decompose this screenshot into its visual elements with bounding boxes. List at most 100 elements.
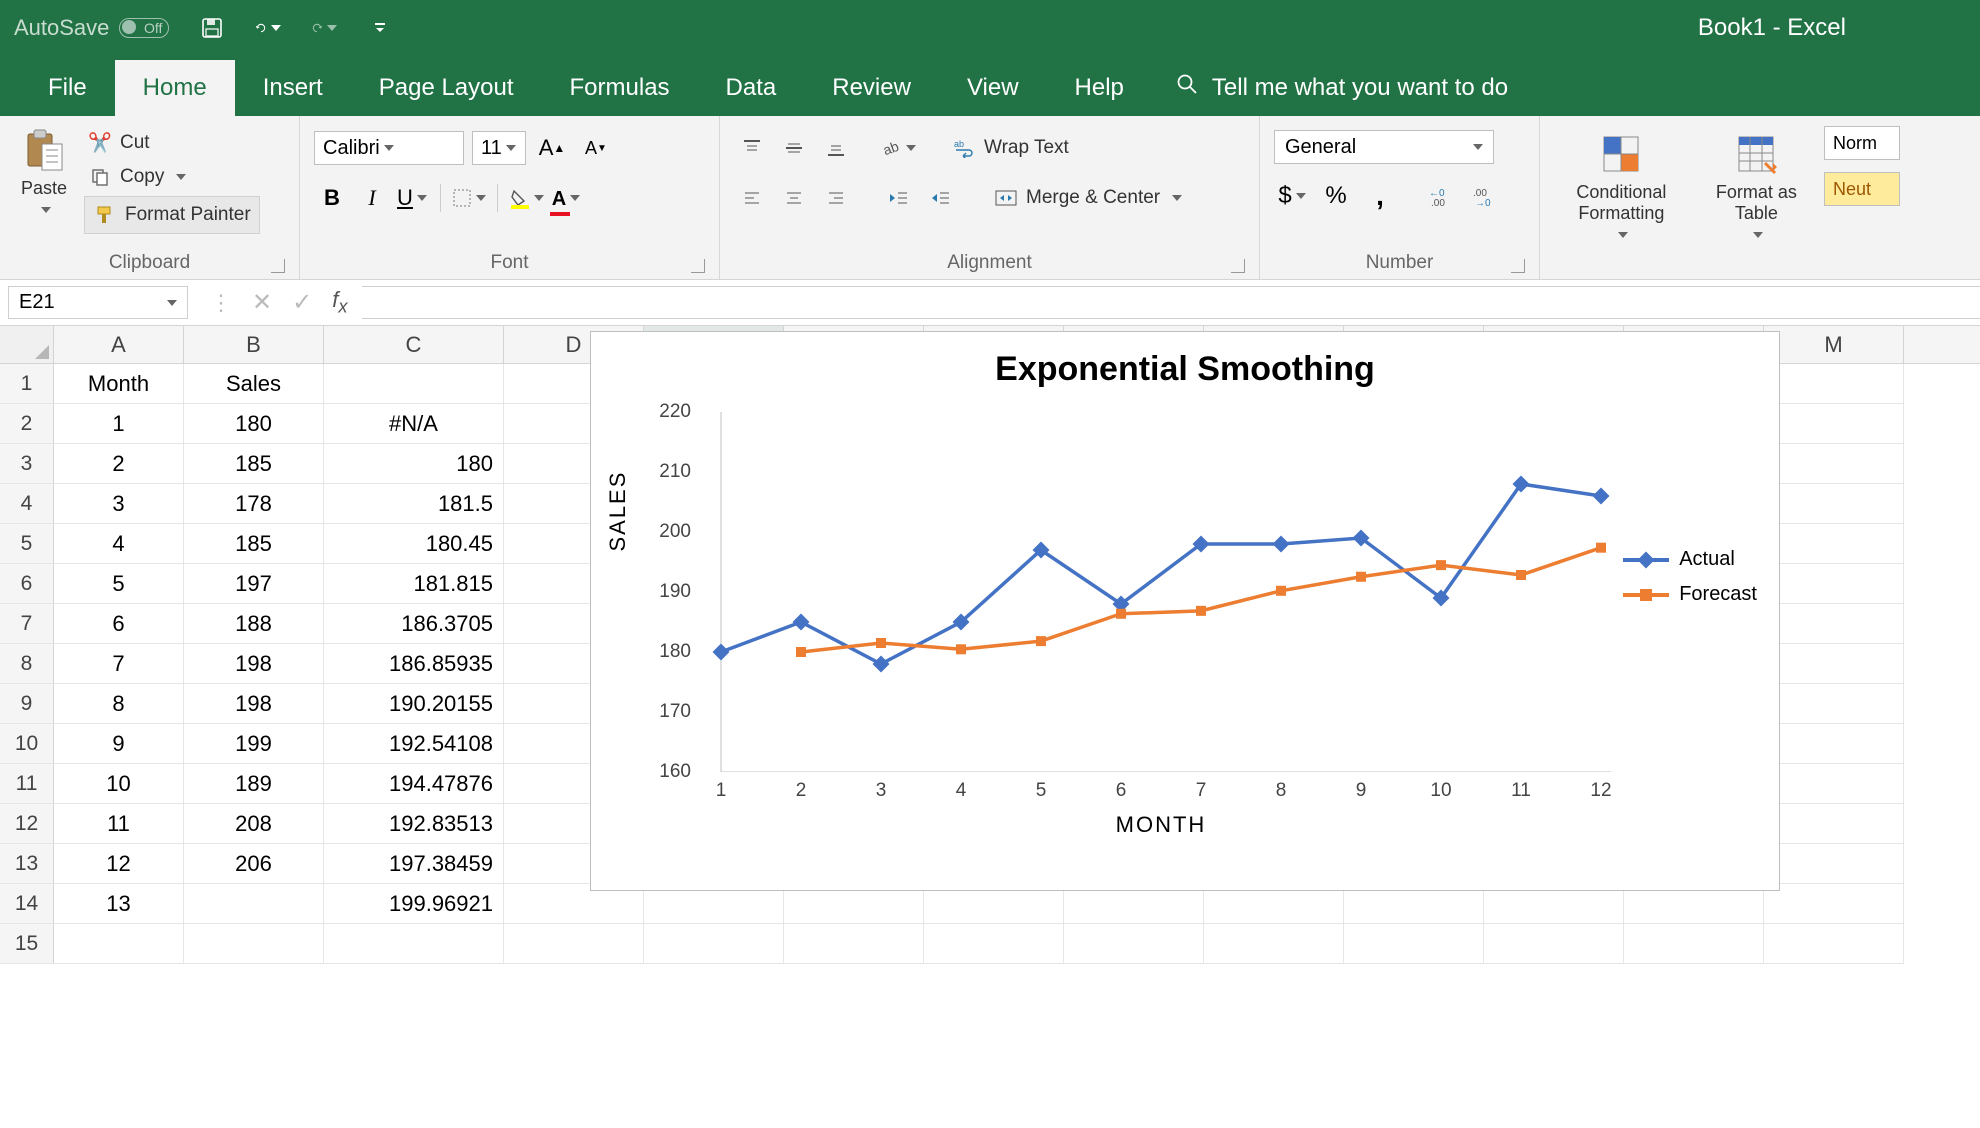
cell-M8[interactable] (1764, 644, 1904, 684)
bold-button[interactable]: B (314, 180, 350, 216)
format-painter-button[interactable]: Format Painter (84, 196, 260, 234)
cell-A1[interactable]: Month (54, 364, 184, 404)
row-header[interactable]: 9 (0, 684, 54, 724)
tab-review[interactable]: Review (804, 60, 939, 116)
cell-C1[interactable] (324, 364, 504, 404)
column-header-M[interactable]: M (1764, 326, 1904, 363)
cell-B6[interactable]: 197 (184, 564, 324, 604)
tab-view[interactable]: View (939, 60, 1047, 116)
cell-C11[interactable]: 194.47876 (324, 764, 504, 804)
cell-G15[interactable] (924, 924, 1064, 964)
row-header[interactable]: 10 (0, 724, 54, 764)
accounting-format-button[interactable]: $ (1274, 178, 1310, 214)
cell-C13[interactable]: 197.38459 (324, 844, 504, 884)
cell-B13[interactable]: 206 (184, 844, 324, 884)
row-header[interactable]: 2 (0, 404, 54, 444)
cell-B15[interactable] (184, 924, 324, 964)
cell-B14[interactable] (184, 884, 324, 924)
cell-C12[interactable]: 192.83513 (324, 804, 504, 844)
cell-B8[interactable]: 198 (184, 644, 324, 684)
cell-M4[interactable] (1764, 484, 1904, 524)
cell-C7[interactable]: 186.3705 (324, 604, 504, 644)
cell-C14[interactable]: 199.96921 (324, 884, 504, 924)
copy-button[interactable]: Copy (84, 162, 260, 192)
decrease-indent-icon[interactable] (880, 180, 916, 216)
tab-file[interactable]: File (20, 60, 115, 116)
cell-M9[interactable] (1764, 684, 1904, 724)
row-header[interactable]: 4 (0, 484, 54, 524)
cell-A10[interactable]: 9 (54, 724, 184, 764)
tab-formulas[interactable]: Formulas (542, 60, 698, 116)
cell-style-normal[interactable]: Norm (1824, 126, 1900, 160)
enter-formula-icon[interactable]: ✓ (292, 288, 312, 317)
cell-C2[interactable]: #N/A (324, 404, 504, 444)
align-middle-icon[interactable] (776, 130, 812, 166)
format-as-table-button[interactable]: Format as Table (1707, 126, 1806, 248)
cell-A12[interactable]: 11 (54, 804, 184, 844)
cell-C15[interactable] (324, 924, 504, 964)
alignment-dialog-launcher[interactable] (1231, 259, 1245, 273)
tab-home[interactable]: Home (115, 60, 235, 116)
cell-C5[interactable]: 180.45 (324, 524, 504, 564)
row-header[interactable]: 12 (0, 804, 54, 844)
cell-M2[interactable] (1764, 404, 1904, 444)
embedded-chart[interactable]: Exponential Smoothing SALES 160170180190… (590, 331, 1780, 891)
font-dialog-launcher[interactable] (691, 259, 705, 273)
cell-style-neutral[interactable]: Neut (1824, 172, 1900, 206)
tab-insert[interactable]: Insert (235, 60, 351, 116)
cell-A4[interactable]: 3 (54, 484, 184, 524)
autosave-pill[interactable]: Off (119, 18, 169, 38)
cancel-formula-icon[interactable]: ✕ (252, 288, 272, 317)
worksheet-grid[interactable]: ABCDEFGHIJKLM 1MonthSales21180#N/A321851… (0, 326, 1980, 964)
cell-A2[interactable]: 1 (54, 404, 184, 444)
font-name-combo[interactable]: Calibri (314, 131, 464, 165)
cell-A15[interactable] (54, 924, 184, 964)
cell-K15[interactable] (1484, 924, 1624, 964)
cell-M15[interactable] (1764, 924, 1904, 964)
row-header[interactable]: 5 (0, 524, 54, 564)
cell-M11[interactable] (1764, 764, 1904, 804)
cell-A9[interactable]: 8 (54, 684, 184, 724)
cell-L15[interactable] (1624, 924, 1764, 964)
customize-qat-icon[interactable] (367, 15, 393, 41)
cell-B10[interactable]: 199 (184, 724, 324, 764)
cell-A13[interactable]: 12 (54, 844, 184, 884)
cell-I15[interactable] (1204, 924, 1344, 964)
tab-help[interactable]: Help (1047, 60, 1152, 116)
cell-M13[interactable] (1764, 844, 1904, 884)
formula-options-icon[interactable]: ⋮ (210, 290, 232, 316)
orientation-button[interactable]: ab (880, 130, 916, 166)
paste-button[interactable]: Paste (14, 122, 74, 224)
cell-M5[interactable] (1764, 524, 1904, 564)
cell-B2[interactable]: 180 (184, 404, 324, 444)
row-header[interactable]: 13 (0, 844, 54, 884)
fill-color-button[interactable] (508, 180, 544, 216)
decrease-font-icon[interactable]: A▼ (578, 130, 614, 166)
clipboard-dialog-launcher[interactable] (271, 259, 285, 273)
column-header-B[interactable]: B (184, 326, 324, 363)
align-bottom-icon[interactable] (818, 130, 854, 166)
merge-center-button[interactable]: Merge & Center (990, 183, 1186, 213)
conditional-formatting-button[interactable]: Conditional Formatting (1554, 126, 1689, 248)
number-dialog-launcher[interactable] (1511, 259, 1525, 273)
cell-F15[interactable] (784, 924, 924, 964)
cell-M12[interactable] (1764, 804, 1904, 844)
cell-C10[interactable]: 192.54108 (324, 724, 504, 764)
align-left-icon[interactable] (734, 180, 770, 216)
cell-C9[interactable]: 190.20155 (324, 684, 504, 724)
increase-decimal-button[interactable]: ←0.00 (1424, 178, 1460, 214)
autosave-toggle[interactable]: AutoSave Off (14, 15, 199, 41)
name-box[interactable]: E21 (8, 286, 188, 319)
tab-data[interactable]: Data (698, 60, 805, 116)
cell-M6[interactable] (1764, 564, 1904, 604)
tab-page-layout[interactable]: Page Layout (351, 60, 542, 116)
number-format-combo[interactable]: General (1274, 130, 1494, 164)
italic-button[interactable]: I (354, 180, 390, 216)
cell-M7[interactable] (1764, 604, 1904, 644)
redo-icon[interactable] (311, 15, 337, 41)
cell-A3[interactable]: 2 (54, 444, 184, 484)
cut-button[interactable]: ✂️Cut (84, 128, 260, 158)
save-icon[interactable] (199, 15, 225, 41)
cell-B4[interactable]: 178 (184, 484, 324, 524)
borders-button[interactable] (451, 180, 487, 216)
